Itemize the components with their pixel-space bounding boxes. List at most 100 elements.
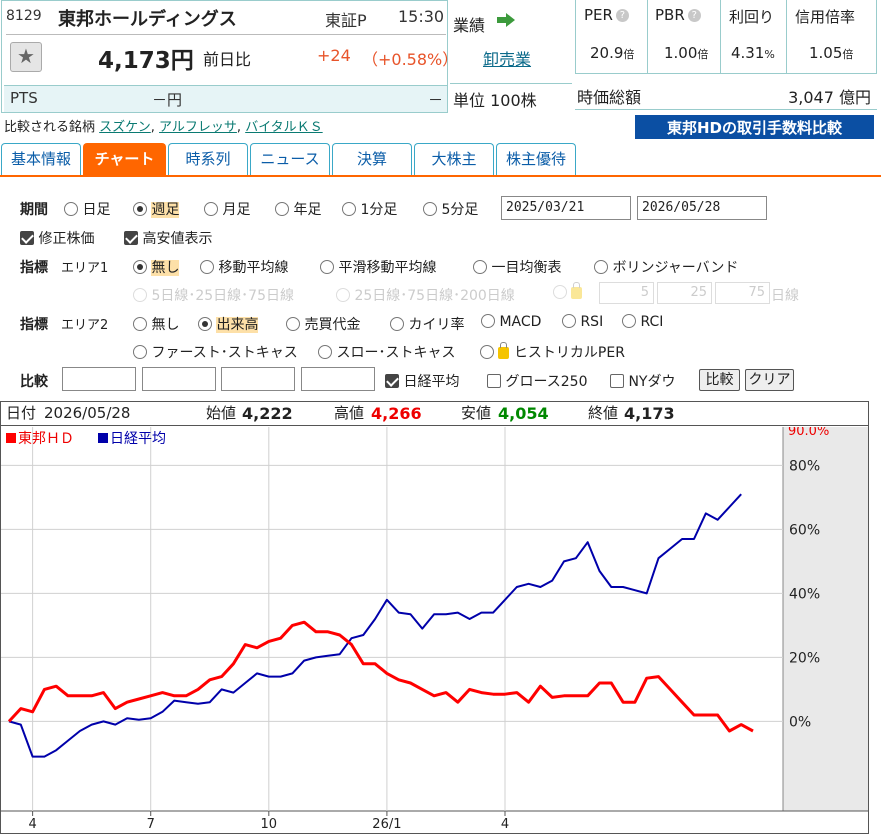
compared-stock-link[interactable]: スズケン <box>99 120 151 135</box>
help-icon[interactable]: ? <box>615 9 629 22</box>
favorite-star-button[interactable]: ★ <box>10 42 42 72</box>
date-from-input[interactable]: 2025/03/21 <box>501 196 631 220</box>
period-week[interactable]: 週足 <box>133 199 180 219</box>
checkbox-icon[interactable] <box>610 374 624 388</box>
tab-benefits[interactable]: 株主優待 <box>496 143 576 176</box>
radio-icon[interactable] <box>423 202 437 216</box>
area2-slow-stoch-label: スロー･ストキャス <box>336 345 456 361</box>
compare-button[interactable]: 比較 <box>699 369 740 391</box>
checkbox-icon[interactable] <box>385 374 399 388</box>
radio-icon[interactable] <box>342 202 356 216</box>
price-change: +24 <box>317 46 351 65</box>
radio-icon[interactable] <box>286 317 300 331</box>
period-year[interactable]: 年足 <box>275 199 321 219</box>
arrow-right-icon[interactable] <box>496 12 516 28</box>
period-1min[interactable]: 1分足 <box>342 199 397 219</box>
radio-icon[interactable] <box>473 260 487 274</box>
compared-stock-link[interactable]: バイタルＫＳ <box>245 120 322 135</box>
area2-none[interactable]: 無し <box>133 314 179 334</box>
period-5min[interactable]: 5分足 <box>423 199 478 219</box>
area1-ma[interactable]: 移動平均線 <box>200 257 288 277</box>
nikkei-checkbox[interactable]: 日経平均 <box>385 371 459 391</box>
radio-icon <box>553 285 567 299</box>
radio-icon[interactable] <box>64 202 78 216</box>
x-tick-label: 4 <box>28 817 36 832</box>
area2-turnover-label: 売買代金 <box>304 317 361 333</box>
nydow-checkbox[interactable]: NYダウ <box>610 371 675 391</box>
market-cap-row: 時価総額 3,047 億円 <box>575 78 877 110</box>
radio-icon[interactable] <box>275 202 289 216</box>
area2-turnover[interactable]: 売買代金 <box>286 314 360 334</box>
compare-input-3[interactable] <box>221 367 295 391</box>
tab-shareholders[interactable]: 大株主 <box>414 143 494 176</box>
period-month[interactable]: 月足 <box>204 199 250 219</box>
radio-icon[interactable] <box>200 260 214 274</box>
area1-ichimoku[interactable]: 一目均衡表 <box>473 257 561 277</box>
y-tick-label: 20% <box>789 650 820 666</box>
compare-input-1[interactable] <box>62 367 136 391</box>
nikkei-label: 日経平均 <box>403 374 460 390</box>
fee-comparison-banner[interactable]: 東邦HDの取引手数料比較 <box>634 114 875 140</box>
radio-icon[interactable] <box>133 345 147 359</box>
area2-rsi[interactable]: RSI <box>562 314 603 330</box>
radio-icon[interactable] <box>204 202 218 216</box>
radio-icon[interactable] <box>481 314 495 328</box>
stock-header-panel: 8129 東邦ホールディングス 東証P 15:30 ★ 4,173円 前日比 +… <box>1 0 458 113</box>
date-to-input[interactable]: 2026/05/28 <box>637 196 767 220</box>
area1-smooth-ma[interactable]: 平滑移動平均線 <box>320 257 436 277</box>
compared-stock-link[interactable]: アルフレッサ <box>159 120 237 135</box>
radio-icon[interactable] <box>198 317 212 331</box>
radio-icon[interactable] <box>318 345 332 359</box>
star-icon: ★ <box>17 44 35 68</box>
compare-input-4[interactable] <box>301 367 375 391</box>
checkbox-icon[interactable] <box>20 231 34 245</box>
adjusted-price-checkbox[interactable]: 修正株価 <box>20 228 94 248</box>
ma-option-1-label: 5日線･25日線･75日線 <box>151 288 294 304</box>
period-year-label: 年足 <box>293 202 322 218</box>
tab-time-series[interactable]: 時系列 <box>168 143 248 176</box>
area2-volume[interactable]: 出来高 <box>198 314 259 334</box>
area2-label: エリア2 <box>61 318 109 333</box>
area2-historical-per[interactable]: ヒストリカルPER <box>480 342 625 362</box>
tab-news[interactable]: ニュース <box>250 143 330 176</box>
growth250-checkbox[interactable]: グロース250 <box>487 371 587 391</box>
period-5min-label: 5分足 <box>441 202 479 218</box>
area2-slow-stoch[interactable]: スロー･ストキャス <box>318 342 455 362</box>
info-mid-panel: 業績 卸売業 単位 100株 <box>450 0 572 113</box>
industry-link[interactable]: 卸売業 <box>483 46 531 70</box>
tab-basic-info[interactable]: 基本情報 <box>1 143 81 176</box>
clear-button[interactable]: クリア <box>745 369 794 391</box>
compare-input-2[interactable] <box>142 367 216 391</box>
radio-icon[interactable] <box>480 345 494 359</box>
checkbox-icon[interactable] <box>124 231 138 245</box>
compared-label: 比較される銘柄 <box>4 120 96 135</box>
radio-icon[interactable] <box>133 202 147 216</box>
open-value: 4,222 <box>242 404 293 423</box>
pbr-unit: 倍 <box>697 48 709 61</box>
radio-icon[interactable] <box>320 260 334 274</box>
radio-icon[interactable] <box>622 314 636 328</box>
area2-fast-stoch[interactable]: ファースト･ストキャス <box>133 342 298 362</box>
period-day[interactable]: 日足 <box>64 199 110 219</box>
radio-icon[interactable] <box>133 260 147 274</box>
line-chart[interactable]: 0% 20% 40% 60% 80% 90.0% 4 7 10 26/1 4 東邦ＨＤ 日経平均 <box>1 427 868 833</box>
area2-deviation[interactable]: カイリ率 <box>390 314 464 334</box>
area1-none[interactable]: 無し <box>133 257 180 277</box>
help-icon[interactable]: ? <box>687 9 701 22</box>
trading-unit: 単位 100株 <box>453 91 537 110</box>
area2-macd[interactable]: MACD <box>481 314 541 330</box>
radio-icon[interactable] <box>562 314 576 328</box>
per-label: PER <box>584 6 613 24</box>
high-low-checkbox[interactable]: 高安値表示 <box>124 228 212 248</box>
area2-none-label: 無し <box>151 317 180 333</box>
checkbox-icon[interactable] <box>487 374 501 388</box>
radio-icon[interactable] <box>133 317 147 331</box>
area2-rci[interactable]: RCI <box>622 314 663 330</box>
yield-label: 利回り <box>729 8 775 26</box>
area1-bollinger[interactable]: ボリンジャーバンド <box>594 257 738 277</box>
tab-earnings[interactable]: 決算 <box>332 143 412 176</box>
radio-icon[interactable] <box>390 317 404 331</box>
legend-label: 東邦ＨＤ <box>18 431 74 447</box>
radio-icon[interactable] <box>594 260 608 274</box>
tab-chart[interactable]: チャート <box>83 143 166 176</box>
